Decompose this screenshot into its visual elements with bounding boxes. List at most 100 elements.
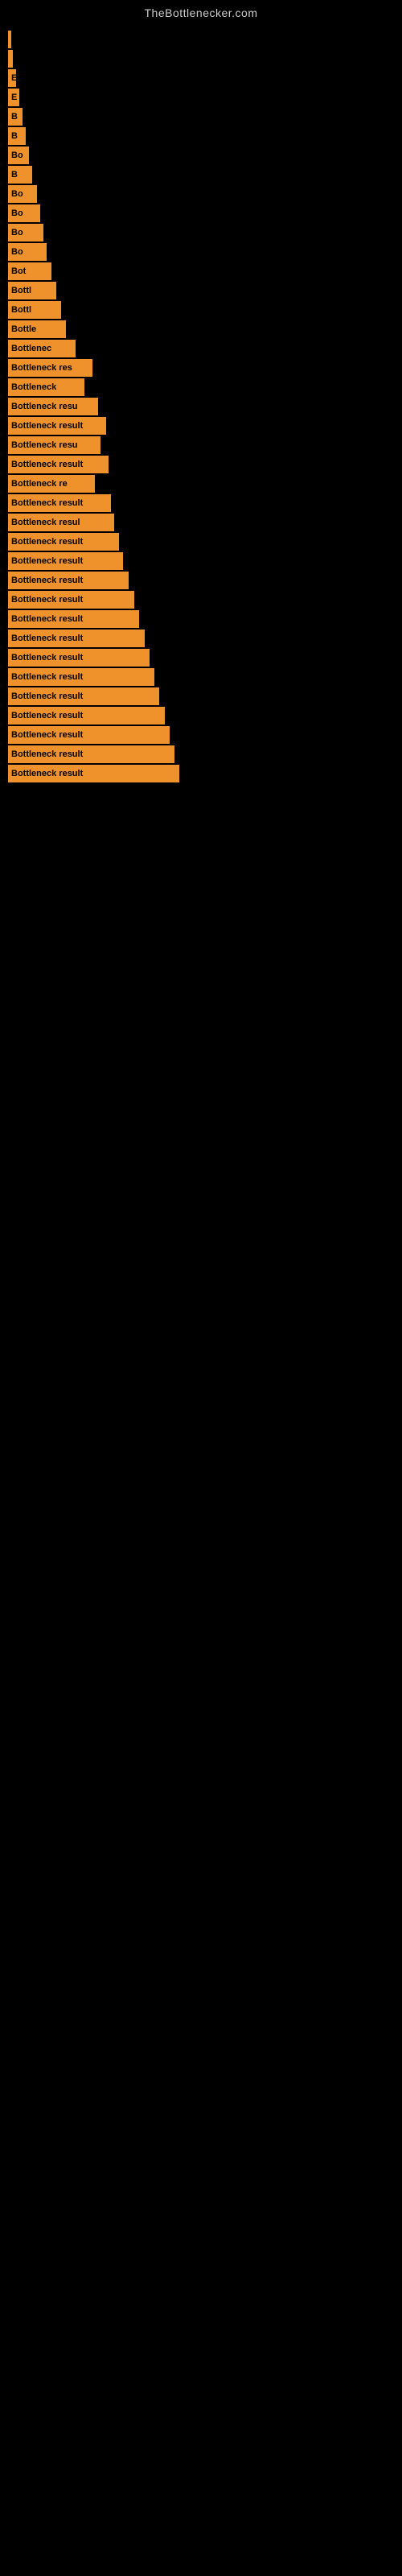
bar-label: Bottleneck result — [11, 460, 83, 469]
bar-label: Bo — [11, 247, 23, 257]
bar-row: Bottleneck result — [8, 765, 402, 782]
bar-item: Bottleneck result — [8, 707, 165, 724]
bar-item: E — [8, 69, 16, 87]
bar-item — [8, 31, 11, 48]
bar-row: Bottl — [8, 301, 402, 319]
bar-item: Bottleneck result — [8, 630, 145, 647]
bar-row: B — [8, 127, 402, 145]
bar-row: Bottleneck resu — [8, 436, 402, 454]
bar-item: Bottleneck result — [8, 610, 139, 628]
bar-row: Bottle — [8, 320, 402, 338]
bar-item: Bo — [8, 204, 40, 222]
bar-item: B — [8, 127, 26, 145]
bar-row: Bottleneck — [8, 378, 402, 396]
bar-label: Bottleneck — [11, 382, 56, 392]
bar-row: E — [8, 89, 402, 106]
bar-label: Bottleneck result — [11, 634, 83, 643]
bar-row: Bottleneck result — [8, 726, 402, 744]
bar-item: Bottleneck result — [8, 552, 123, 570]
bar-row: Bo — [8, 204, 402, 222]
bar-item: Bottl — [8, 301, 61, 319]
bar-item: Bottleneck result — [8, 456, 109, 473]
bar-label: Bottleneck result — [11, 711, 83, 720]
bars-container: EEBBBoBBoBoBoBoBotBottlBottlBottleBottle… — [0, 23, 402, 784]
bar-row: B — [8, 108, 402, 126]
bar-label: Bottleneck result — [11, 576, 83, 585]
bar-item: Bottleneck re — [8, 475, 95, 493]
bar-row: Bottleneck re — [8, 475, 402, 493]
bar-item: Bottleneck result — [8, 591, 134, 609]
bar-row: Bottleneck result — [8, 572, 402, 589]
bar-item: B — [8, 108, 23, 126]
bar-label: Bottlenec — [11, 344, 51, 353]
bar-row — [8, 50, 402, 68]
bar-item: Bottleneck result — [8, 726, 170, 744]
bar-row: Bottleneck result — [8, 417, 402, 435]
bar-row — [8, 31, 402, 48]
bar-item: Bottleneck result — [8, 687, 159, 705]
bar-label: Bottleneck result — [11, 498, 83, 508]
bar-row: Bo — [8, 185, 402, 203]
bar-label: Bottleneck resul — [11, 518, 80, 527]
bar-item: Bottlenec — [8, 340, 76, 357]
bar-item: Bottleneck result — [8, 417, 106, 435]
bar-row: Bottleneck resu — [8, 398, 402, 415]
bar-item: Bottl — [8, 282, 56, 299]
bar-row: Bottleneck result — [8, 591, 402, 609]
bar-row: Bottleneck result — [8, 456, 402, 473]
bar-label: E — [11, 73, 16, 83]
bar-label: Bottleneck resu — [11, 440, 78, 450]
bar-item: B — [8, 166, 32, 184]
bar-label: B — [11, 112, 18, 122]
bar-label: Bottleneck result — [11, 691, 83, 701]
bar-row: Bottleneck result — [8, 745, 402, 763]
bar-label: Bottle — [11, 324, 36, 334]
bar-item: Bo — [8, 224, 43, 242]
bar-label: B — [11, 131, 18, 141]
bar-row: Bottleneck result — [8, 707, 402, 724]
bar-item: Bottleneck result — [8, 533, 119, 551]
bar-label: Bottleneck res — [11, 363, 72, 373]
bar-label: Bo — [11, 189, 23, 199]
bar-label: Bottleneck result — [11, 556, 83, 566]
bar-item: E — [8, 89, 19, 106]
bar-label: Bottleneck result — [11, 421, 83, 431]
bar-item: Bottleneck resu — [8, 436, 100, 454]
bar-row: Bottleneck res — [8, 359, 402, 377]
bar-item: Bottleneck result — [8, 765, 179, 782]
bar-item: Bo — [8, 243, 47, 261]
bar-row: Bo — [8, 147, 402, 164]
bar-item: Bottleneck resul — [8, 514, 114, 531]
bar-row: Bottleneck result — [8, 533, 402, 551]
bar-row: Bo — [8, 224, 402, 242]
bar-item: Bottleneck result — [8, 572, 129, 589]
bar-item: Bot — [8, 262, 51, 280]
bar-row: Bottleneck result — [8, 610, 402, 628]
bar-label: E — [11, 93, 17, 102]
bar-label: Bot — [11, 266, 26, 276]
bar-row: Bottleneck result — [8, 649, 402, 667]
bar-row: Bottleneck result — [8, 687, 402, 705]
bar-item: Bo — [8, 185, 37, 203]
bar-item: Bottleneck — [8, 378, 84, 396]
bar-row: Bottleneck resul — [8, 514, 402, 531]
bar-label: B — [11, 170, 18, 180]
bar-row: Bottleneck result — [8, 630, 402, 647]
bar-row: B — [8, 166, 402, 184]
bar-row: Bottleneck result — [8, 552, 402, 570]
bar-item: Bottleneck result — [8, 745, 174, 763]
bar-label: Bottleneck re — [11, 479, 68, 489]
bar-item — [8, 50, 13, 68]
bar-item: Bottleneck result — [8, 668, 154, 686]
bar-label: Bottleneck result — [11, 672, 83, 682]
bar-label: Bottleneck result — [11, 537, 83, 547]
bar-item: Bottleneck resu — [8, 398, 98, 415]
bar-row: Bottlenec — [8, 340, 402, 357]
bar-label: Bottleneck result — [11, 595, 83, 605]
bar-label: Bottleneck result — [11, 730, 83, 740]
bar-item: Bottleneck result — [8, 649, 150, 667]
bar-label: Bottleneck result — [11, 769, 83, 778]
bar-item: Bottleneck res — [8, 359, 92, 377]
site-title-container: TheBottlenecker.com — [0, 0, 402, 23]
bar-label: Bo — [11, 208, 23, 218]
